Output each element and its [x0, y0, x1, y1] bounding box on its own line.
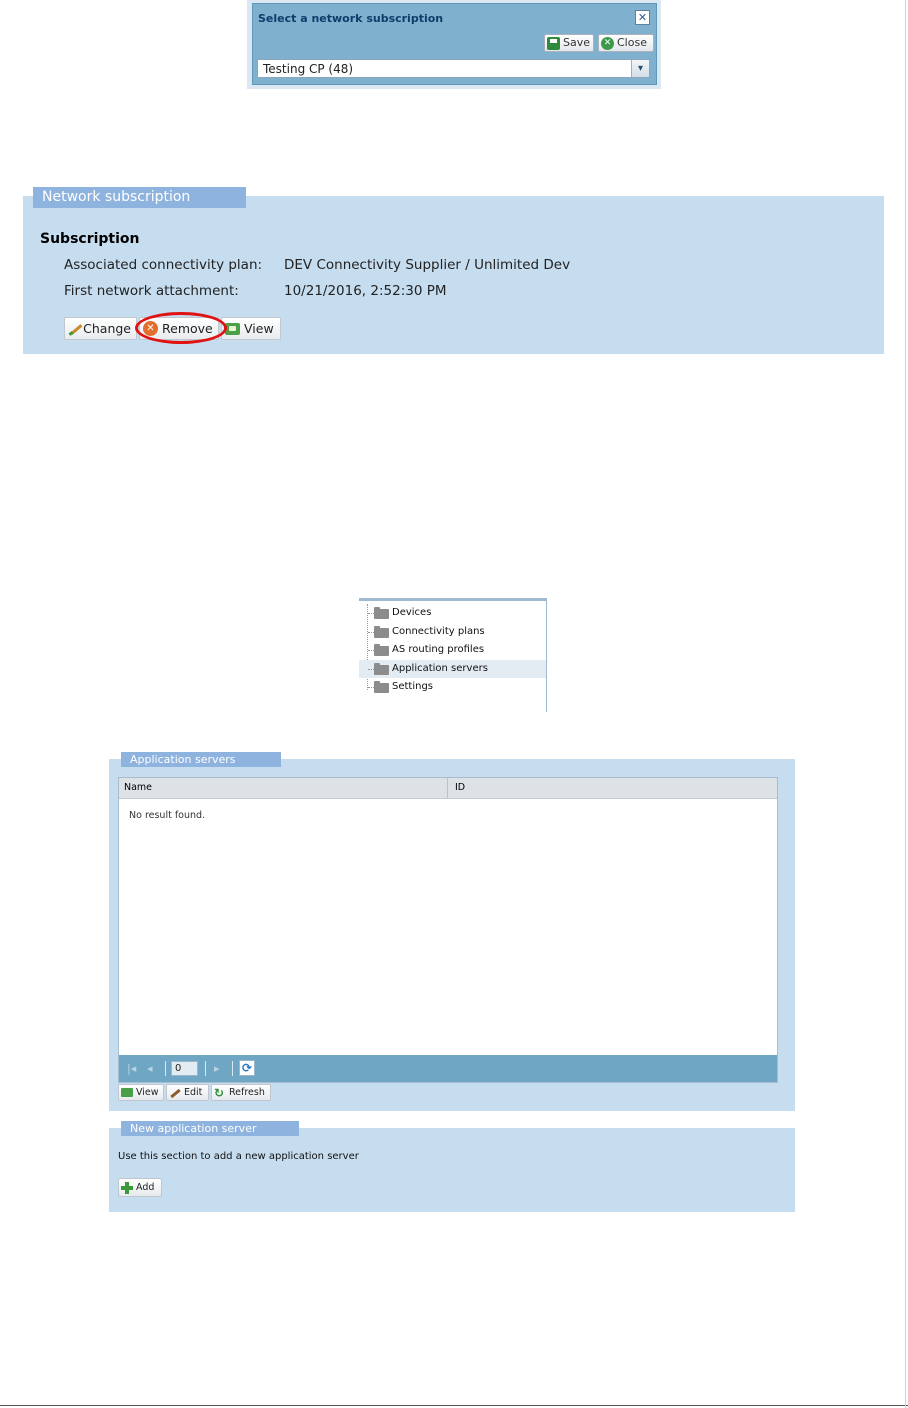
edit-server-label: Edit — [184, 1087, 203, 1098]
refresh-button[interactable]: ↻ Refresh — [211, 1084, 271, 1101]
tree-item-label: Devices — [392, 607, 432, 618]
page-bottom-rule — [0, 1405, 908, 1406]
pager-separator — [165, 1061, 166, 1076]
page-number-input[interactable]: 0 — [171, 1061, 198, 1076]
prev-page-icon[interactable]: ◂ — [147, 1062, 153, 1075]
close-button[interactable]: ✕ Close — [598, 34, 654, 52]
tree-item-connectivity-plans[interactable]: Connectivity plans — [359, 623, 546, 641]
plan-value: DEV Connectivity Supplier / Unlimited De… — [284, 257, 571, 273]
new-server-description: Use this section to add a new applicatio… — [118, 1151, 359, 1162]
first-page-icon[interactable]: |◂ — [127, 1062, 136, 1075]
view-server-label: View — [136, 1087, 159, 1098]
add-server-label: Add — [136, 1182, 155, 1193]
folder-icon — [374, 662, 389, 675]
view-button[interactable]: View — [221, 317, 281, 340]
tree-item-label: Connectivity plans — [392, 625, 485, 637]
remove-highlight-circle — [135, 312, 227, 344]
application-servers-grid: Name ID No result found. |◂ ◂ 0 ▸ ⟳ — [118, 777, 778, 1083]
new-application-server-panel — [109, 1128, 795, 1212]
tree-item-as-routing-profiles[interactable]: AS routing profiles — [359, 641, 546, 659]
tree-right-border — [546, 598, 547, 712]
tree-item-label: AS routing profiles — [392, 644, 485, 656]
attach-value: 10/21/2016, 2:52:30 PM — [284, 283, 447, 299]
refresh-icon: ↻ — [214, 1085, 225, 1100]
next-page-icon[interactable]: ▸ — [214, 1062, 220, 1075]
change-button[interactable]: Change — [64, 317, 137, 340]
save-icon — [547, 36, 560, 50]
dialog-body: Select a network subscription ✕ Save ✕ C… — [252, 3, 657, 85]
edit-server-button[interactable]: Edit — [166, 1084, 209, 1101]
dialog-title: Select a network subscription — [258, 12, 444, 25]
subscription-heading: Subscription — [40, 231, 140, 247]
empty-message: No result found. — [129, 810, 206, 821]
network-subscription-dialog: Select a network subscription ✕ Save ✕ C… — [247, 0, 661, 89]
grid-pager: |◂ ◂ 0 ▸ ⟳ — [119, 1055, 777, 1082]
close-circle-icon: ✕ — [601, 36, 614, 50]
column-header-name[interactable]: Name — [124, 778, 152, 798]
pencil-icon — [68, 322, 79, 336]
change-button-label: Change — [83, 321, 131, 336]
save-button[interactable]: Save — [544, 34, 594, 52]
tree-item-settings[interactable]: Settings — [359, 678, 546, 696]
attach-label: First network attachment: — [64, 283, 239, 299]
view-button-label: View — [244, 321, 274, 336]
tree-item-label: Settings — [392, 681, 434, 693]
folder-icon — [374, 607, 389, 619]
network-subscription-legend: Network subscription — [33, 187, 246, 208]
chevron-down-icon[interactable]: ▾ — [631, 60, 649, 77]
view-server-button[interactable]: View — [118, 1084, 164, 1101]
close-icon[interactable]: ✕ — [635, 10, 650, 25]
page-right-rule — [905, 0, 906, 1408]
pager-separator — [232, 1061, 233, 1076]
subscription-select-value: Testing CP (48) — [263, 62, 354, 76]
view-icon — [225, 322, 240, 335]
subscription-select[interactable]: Testing CP (48) ▾ — [257, 59, 650, 78]
new-application-server-legend: New application server — [121, 1121, 299, 1136]
close-button-label: Close — [617, 36, 647, 49]
application-servers-legend: Application servers — [121, 752, 281, 767]
pager-separator — [205, 1061, 206, 1076]
folder-icon — [374, 644, 389, 657]
refresh-button-label: Refresh — [229, 1087, 265, 1098]
folder-icon — [374, 681, 389, 694]
refresh-icon[interactable]: ⟳ — [239, 1060, 255, 1076]
navigation-tree: Devices Connectivity plans AS routing prof… — [359, 598, 547, 712]
grid-header: Name ID — [119, 778, 777, 799]
add-server-button[interactable]: Add — [118, 1178, 162, 1197]
column-header-id[interactable]: ID — [455, 778, 465, 798]
tree-item-label: Application servers — [392, 662, 488, 674]
tree-item-application-servers[interactable]: Application servers — [359, 659, 546, 678]
view-icon — [121, 1088, 133, 1097]
edit-icon — [169, 1088, 181, 1098]
save-button-label: Save — [563, 36, 591, 49]
column-separator — [447, 778, 448, 798]
plus-icon — [121, 1181, 133, 1194]
folder-icon — [374, 625, 389, 638]
tree-top-border — [359, 598, 547, 601]
plan-label: Associated connectivity plan: — [64, 257, 263, 273]
tree-item-devices[interactable]: Devices — [359, 604, 546, 622]
